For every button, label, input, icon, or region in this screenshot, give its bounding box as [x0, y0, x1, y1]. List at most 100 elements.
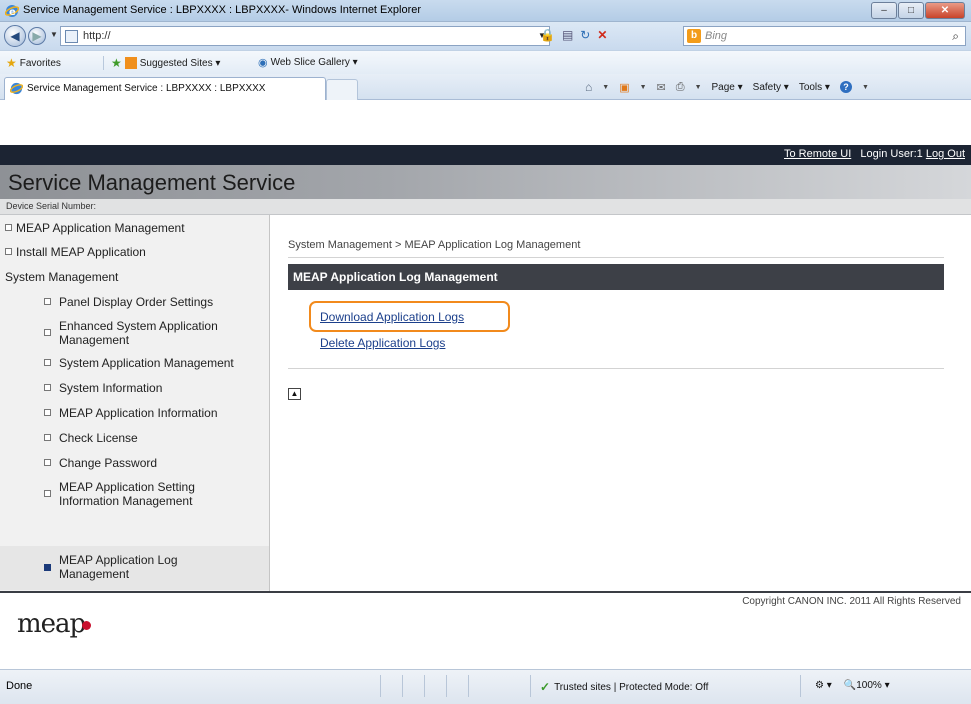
safety-menu[interactable]: Safety ▾	[753, 82, 789, 93]
back-to-top-button[interactable]: ▲	[288, 388, 301, 400]
square-bullet-icon	[44, 384, 51, 391]
stop-icon[interactable]: ✕	[597, 28, 607, 42]
footer: meap Copyright CANON INC. 2011 All Right…	[0, 593, 971, 669]
square-bullet-icon	[44, 490, 51, 497]
logo-dot-icon	[82, 620, 92, 630]
sidebar-item-label: Enhanced System Application Management	[59, 319, 218, 347]
breadcrumb: System Management > MEAP Application Log…	[288, 239, 581, 251]
divider	[446, 675, 447, 697]
tab-bar: Service Management Service : LBPXXXX : L…	[0, 74, 971, 100]
page-menu[interactable]: Page ▾	[712, 82, 743, 93]
divider	[468, 675, 469, 697]
app-header: Service Management Service	[0, 165, 971, 199]
suggested-sites-icon	[124, 57, 137, 69]
address-input[interactable]: http:// ▼	[60, 26, 550, 46]
sidebar-item-install-meap-application[interactable]: Install MEAP Application	[0, 245, 269, 263]
search-icon[interactable]: ⌕	[952, 29, 959, 44]
browser-tab[interactable]: Service Management Service : LBPXXXX : L…	[4, 77, 326, 100]
sidebar-item-system-information[interactable]: System Information	[0, 381, 269, 399]
app-title: Service Management Service	[8, 170, 296, 195]
tab-label: Service Management Service : LBPXXXX : L…	[27, 83, 266, 94]
refresh-icon[interactable]: ↻	[580, 28, 590, 42]
divider	[103, 56, 104, 70]
sidebar: MEAP Application Management Install MEAP…	[0, 215, 270, 591]
serial-bar: Device Serial Number:	[0, 199, 971, 215]
sidebar-item-meap-application-log-management[interactable]: MEAP Application Log Management	[0, 546, 269, 590]
suggested-sites-label: Suggested Sites ▾	[139, 57, 221, 69]
sidebar-item-panel-display-order-settings[interactable]: Panel Display Order Settings	[0, 295, 269, 313]
sidebar-item-label: MEAP Application Log Management	[59, 553, 178, 581]
close-button[interactable]: ✕	[925, 2, 965, 19]
section-title: MEAP Application Log Management	[293, 270, 498, 284]
forward-button[interactable]: ▶	[28, 27, 46, 45]
sidebar-section-label: System Management	[5, 270, 119, 284]
meap-logo: meap	[17, 609, 92, 639]
mail-icon[interactable]: ✉	[657, 81, 666, 94]
favorites-button[interactable]: ★ Favorites	[6, 56, 61, 70]
web-slice-gallery-button[interactable]: ◉ Web Slice Gallery ▾	[258, 56, 358, 69]
favorites-bar: ★ Favorites ★ Suggested Sites ▾ ◉ Web Sl…	[0, 50, 971, 74]
home-icon[interactable]: ⌂	[585, 80, 592, 94]
add-favorites-icon[interactable]: ★	[111, 56, 122, 70]
suggested-sites-button[interactable]: ★ Suggested Sites ▾	[111, 56, 220, 70]
sidebar-item-label: MEAP Application Management	[16, 221, 185, 235]
sidebar-item-enhanced-system-application-management[interactable]: Enhanced System Application Management	[0, 319, 269, 349]
sidebar-item-meap-application-management[interactable]: MEAP Application Management	[0, 221, 269, 239]
sidebar-item-label: System Application Management	[59, 356, 234, 370]
print-icon[interactable]: ⎙	[676, 81, 685, 94]
copyright: Copyright CANON INC. 2011 All Rights Res…	[742, 596, 961, 607]
window-titlebar: e Service Management Service : LBPXXXX :…	[0, 0, 971, 22]
new-tab-button[interactable]	[326, 79, 358, 100]
sidebar-item-label: MEAP Application Setting Information Man…	[59, 480, 195, 508]
sidebar-item-meap-application-information[interactable]: MEAP Application Information	[0, 406, 269, 424]
status-bar: Done ✓ Trusted sites | Protected Mode: O…	[0, 669, 971, 704]
web-page: To Remote UI Login User:1 Log Out Servic…	[0, 145, 971, 669]
delete-application-logs-link[interactable]: Delete Application Logs	[320, 336, 445, 350]
sidebar-item-label: MEAP Application Information	[59, 406, 218, 420]
divider	[380, 675, 381, 697]
compatibility-view-icon[interactable]: ▤	[562, 28, 573, 42]
square-bullet-icon	[44, 329, 51, 336]
sidebar-item-label: Install MEAP Application	[16, 245, 146, 259]
square-bullet-icon	[44, 409, 51, 416]
sidebar-item-check-license[interactable]: Check License	[0, 431, 269, 449]
download-application-logs-link[interactable]: Download Application Logs	[320, 310, 464, 324]
square-bullet-icon	[44, 459, 51, 466]
feeds-icon[interactable]: ▣	[619, 81, 629, 94]
sidebar-item-label: Panel Display Order Settings	[59, 295, 214, 309]
top-strip: To Remote UI Login User:1 Log Out	[0, 145, 971, 165]
divider	[402, 675, 403, 697]
security-zone-label: Trusted sites | Protected Mode: Off	[554, 681, 709, 693]
help-icon[interactable]: ?	[839, 81, 852, 93]
search-input[interactable]: b Bing ⌕	[683, 26, 966, 46]
check-icon: ✓	[540, 680, 551, 694]
square-bullet-icon	[44, 359, 51, 366]
history-dropdown-icon[interactable]: ▼	[50, 30, 58, 39]
logout-link[interactable]: Log Out	[926, 148, 965, 160]
sidebar-item-label: Change Password	[59, 456, 158, 470]
back-button[interactable]: ◀	[4, 25, 26, 47]
svg-text:e: e	[9, 7, 16, 18]
selected-bullet-icon	[44, 564, 51, 571]
lock-icon[interactable]: 🔒	[540, 28, 555, 42]
ie-logo-icon: e	[5, 5, 19, 18]
security-zone[interactable]: ✓ Trusted sites | Protected Mode: Off	[540, 680, 708, 694]
favorites-label: Favorites	[19, 57, 61, 69]
tab-ie-icon	[10, 82, 23, 95]
divider	[424, 675, 425, 697]
protected-mode-icon[interactable]: ⚙ ▾	[815, 680, 832, 691]
web-slice-gallery-label: Web Slice Gallery ▾	[270, 57, 358, 68]
sidebar-item-meap-application-setting-information-management[interactable]: MEAP Application Setting Information Man…	[0, 480, 269, 510]
main-content: System Management > MEAP Application Log…	[271, 215, 971, 591]
maximize-button[interactable]: □	[898, 2, 924, 19]
remote-ui-link[interactable]: To Remote UI	[784, 148, 851, 160]
minimize-button[interactable]: –	[871, 2, 897, 19]
sidebar-item-change-password[interactable]: Change Password	[0, 456, 269, 474]
sidebar-item-system-application-management[interactable]: System Application Management	[0, 356, 269, 374]
divider	[288, 368, 944, 369]
square-bullet-icon	[44, 434, 51, 441]
zoom-control[interactable]: 🔍100% ▾	[844, 680, 890, 691]
address-url[interactable]: http://	[83, 30, 111, 42]
tools-menu[interactable]: Tools ▾	[799, 82, 830, 93]
divider	[288, 257, 944, 258]
